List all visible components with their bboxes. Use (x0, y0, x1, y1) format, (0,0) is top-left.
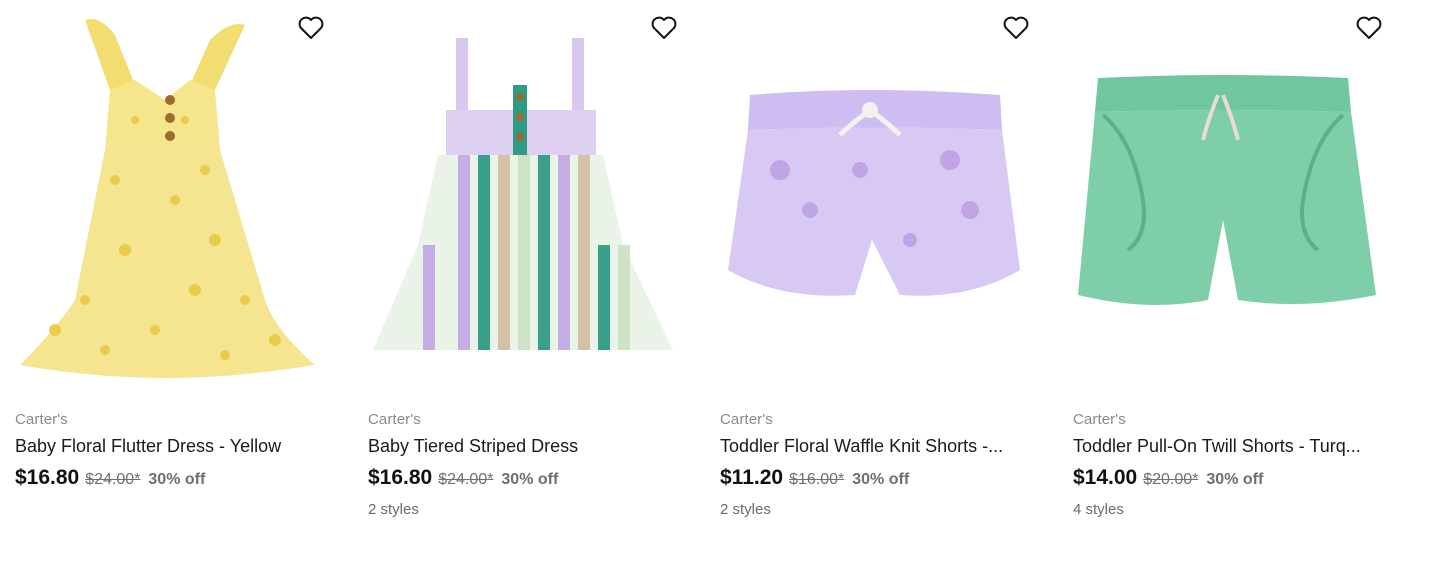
discount-label: 30% off (1206, 471, 1264, 488)
product-card[interactable]: Carter's Baby Floral Flutter Dress - Yel… (15, 0, 345, 540)
product-title[interactable]: Baby Tiered Striped Dress (368, 436, 678, 457)
product-card[interactable]: Carter's Baby Tiered Striped Dress $16.8… (368, 0, 698, 540)
product-title[interactable]: Baby Floral Flutter Dress - Yellow (15, 436, 325, 457)
price-row: $16.80 $24.00* 30% off (368, 466, 558, 490)
product-card[interactable]: Carter's Toddler Floral Waffle Knit Shor… (720, 0, 1050, 540)
product-image[interactable] (720, 0, 1050, 395)
discount-label: 30% off (852, 471, 910, 488)
product-title[interactable]: Toddler Floral Waffle Knit Shorts -... (720, 436, 1030, 457)
original-price: $24.00* (438, 471, 494, 488)
style-count: 2 styles (720, 501, 771, 518)
price-row: $16.80 $24.00* 30% off (15, 466, 205, 490)
product-brand: Carter's (1073, 411, 1126, 428)
price-row: $14.00 $20.00* 30% off (1073, 466, 1263, 490)
product-image[interactable] (15, 0, 345, 395)
product-grid: Carter's Baby Floral Flutter Dress - Yel… (0, 0, 1434, 561)
original-price: $16.00* (789, 471, 845, 488)
original-price: $20.00* (1143, 471, 1199, 488)
favorite-heart-icon[interactable] (648, 12, 680, 44)
price-row: $11.20 $16.00* 30% off (720, 466, 909, 490)
discount-label: 30% off (501, 471, 559, 488)
product-image[interactable] (368, 0, 698, 395)
sale-price: $16.80 (368, 466, 433, 489)
product-brand: Carter's (15, 411, 68, 428)
favorite-heart-icon[interactable] (295, 12, 327, 44)
product-card[interactable]: Carter's Toddler Pull-On Twill Shorts - … (1073, 0, 1403, 540)
product-brand: Carter's (368, 411, 421, 428)
sale-price: $11.20 (720, 466, 784, 489)
style-count: 4 styles (1073, 501, 1124, 518)
product-title[interactable]: Toddler Pull-On Twill Shorts - Turq... (1073, 436, 1383, 457)
original-price: $24.00* (85, 471, 141, 488)
favorite-heart-icon[interactable] (1000, 12, 1032, 44)
sale-price: $14.00 (1073, 466, 1138, 489)
sale-price: $16.80 (15, 466, 80, 489)
product-brand: Carter's (720, 411, 773, 428)
style-count: 2 styles (368, 501, 419, 518)
favorite-heart-icon[interactable] (1353, 12, 1385, 44)
product-image[interactable] (1073, 0, 1403, 395)
discount-label: 30% off (148, 471, 206, 488)
